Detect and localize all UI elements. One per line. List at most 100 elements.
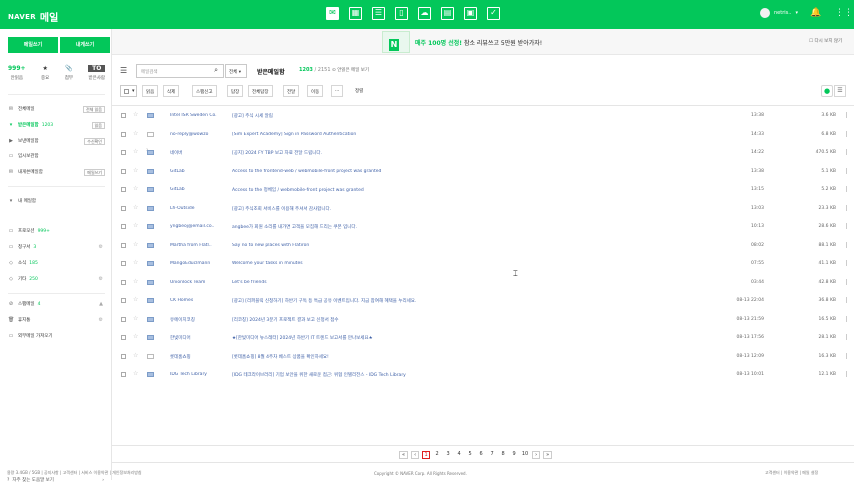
row-handle[interactable] xyxy=(846,167,850,174)
mail-row[interactable]: ☆ no-reply@wowzo [Sim Expert Academy] Sign… xyxy=(112,126,854,144)
avatar[interactable] xyxy=(760,8,770,18)
mail-row[interactable]: ☆ GitLab Access to the 정체임 / webmobile-fro… xyxy=(112,181,854,199)
row-handle[interactable] xyxy=(846,297,850,303)
ad-thumbnail[interactable]: N xyxy=(382,31,410,53)
scroll-up-icon[interactable]: ▲ xyxy=(99,301,103,307)
mail-sender[interactable]: GitLab xyxy=(170,169,222,174)
todo-icon[interactable]: ✓ xyxy=(487,7,500,20)
mail-sender[interactable]: CK Homes xyxy=(170,298,222,303)
page-number[interactable]: 8 xyxy=(499,451,507,459)
star-icon[interactable]: ☆ xyxy=(133,370,138,377)
row-handle[interactable] xyxy=(846,278,850,285)
row-checkbox[interactable] xyxy=(121,187,126,192)
mail-subject[interactable]: [롯데홈쇼핑] 8월 4주차 베스트 상품을 확인하세요! xyxy=(232,354,672,360)
envelope-icon[interactable] xyxy=(147,113,154,118)
write-self-button[interactable]: 내게쓰기 xyxy=(60,37,110,53)
mail-subject[interactable]: Access to the frontend-web / webmobile-f… xyxy=(232,169,672,174)
row-checkbox[interactable] xyxy=(121,113,126,118)
row-checkbox[interactable] xyxy=(121,298,126,303)
envelope-icon[interactable] xyxy=(147,298,154,303)
mail-sender[interactable]: Martha from Flatl.. xyxy=(170,243,222,248)
search-icon[interactable]: ⌕ xyxy=(200,64,222,78)
grid-menu-icon[interactable]: ⋮⋮ xyxy=(835,8,853,18)
row-checkbox[interactable] xyxy=(121,150,126,155)
mail-subject[interactable]: Welcome your tasks in minutes xyxy=(232,261,672,266)
mail-subject[interactable]: [리코칭] 2024년 3분기 프로젝트 결과 보고 신청서 접수 xyxy=(232,317,672,323)
row-handle[interactable] xyxy=(846,112,850,118)
envelope-icon[interactable] xyxy=(147,353,154,359)
mail-subject[interactable]: Access to the 정체임 / webmobile-front proj… xyxy=(232,187,672,193)
reply-button[interactable]: 답장 xyxy=(227,85,244,97)
row-checkbox[interactable] xyxy=(121,335,126,340)
mail-sender[interactable]: no-reply@wowzo xyxy=(170,132,222,137)
quick-to-me[interactable]: TO 받은사람 xyxy=(88,65,105,81)
delete-button[interactable]: 삭제 xyxy=(163,85,180,97)
page-number[interactable]: 1 xyxy=(422,451,431,459)
mail-sender[interactable]: 유에이치코칭 xyxy=(170,317,222,323)
footer-left[interactable]: 용량 3.4GB / 5GB | 공지사항 | 고객센터 | 서비스 이용약관 … xyxy=(7,470,142,476)
my-folders-header[interactable]: ▾ 내 메일함 xyxy=(8,196,105,206)
row-handle[interactable] xyxy=(846,204,850,211)
mail-row[interactable]: ☆⌇네이버[공지] 2024 FY TBP 보고 자료 전달 드립니다.14:2… xyxy=(112,144,854,162)
unread-filter[interactable]: ⊙ 안읽은 메일 보기 xyxy=(332,67,369,73)
mail-row[interactable]: ☆ yngbeoj@email.co.. angbee가 회원 소리를 내가면 고객… xyxy=(112,218,854,236)
star-icon[interactable]: ☆ xyxy=(133,296,138,303)
user-menu[interactable]: netris.. ▾ xyxy=(760,8,798,18)
envelope-icon[interactable] xyxy=(147,131,154,137)
page-number[interactable]: 3 xyxy=(444,451,452,459)
forward-button[interactable]: 전달 xyxy=(283,85,300,97)
star-icon[interactable]: ☆ xyxy=(133,111,138,118)
envelope-icon[interactable] xyxy=(147,187,154,192)
memo-icon[interactable]: ▯ xyxy=(395,7,408,20)
page-number[interactable]: 10 xyxy=(521,451,529,459)
cloud-icon[interactable]: ☁ xyxy=(418,7,431,20)
envelope-icon[interactable] xyxy=(147,205,154,211)
row-checkbox[interactable] xyxy=(121,242,126,248)
folder-action-button[interactable]: 읽음 xyxy=(91,121,105,129)
mail-subject[interactable]: [광고] 주식 시세 알림 xyxy=(232,113,672,119)
row-checkbox[interactable] xyxy=(121,261,126,266)
row-checkbox[interactable] xyxy=(121,168,126,174)
mail-sender[interactable]: Lh-Outside xyxy=(170,206,222,211)
folder-inbox[interactable]: ▾ 받은메일함 1203 읽음 xyxy=(8,120,105,130)
folder-news[interactable]: ◇ 소식 185 xyxy=(8,258,105,268)
mail-subject[interactable]: angbee가 회원 소리를 내가면 고객을 모집해 드리는 쿠폰 입니다. xyxy=(232,224,672,230)
ad-banner[interactable]: N 매주 100명 선정! 참소 리뷰쓰고 5만원 받아가자! ☐ 다시 보지 … xyxy=(112,29,854,55)
page-number[interactable]: 5 xyxy=(466,451,474,459)
page-number[interactable]: 6 xyxy=(477,451,485,459)
prev-page-button[interactable]: ‹ xyxy=(411,451,420,459)
calendar-icon[interactable]: ▦ xyxy=(349,7,362,20)
mail-subject[interactable]: [광고] 주식조회 서비스를 이용해 주셔서 감사합니다. xyxy=(232,206,672,212)
star-icon[interactable]: ☆ xyxy=(133,278,138,285)
gear-icon[interactable]: ⚙ xyxy=(99,317,103,323)
mail-subject[interactable]: [공지] 2024 FY TBP 보고 자료 전달 드립니다. xyxy=(232,150,672,156)
mail-subject[interactable]: [Sim Expert Academy] Sign in Password Au… xyxy=(232,132,672,137)
folder-bill[interactable]: ▭ 청구서 3 ⚙ xyxy=(8,242,105,252)
contacts-icon[interactable]: ☰ xyxy=(372,7,385,20)
bell-icon[interactable]: 🔔 xyxy=(810,8,821,18)
select-all-checkbox[interactable]: ▾ xyxy=(120,85,137,97)
row-handle[interactable] xyxy=(846,223,850,229)
row-handle[interactable] xyxy=(846,352,850,359)
star-icon[interactable]: ☆ xyxy=(133,259,138,266)
page-number[interactable]: 2 xyxy=(433,451,441,459)
quick-unread[interactable]: 999+ 안읽음 xyxy=(8,65,26,81)
folder-action-button[interactable]: 전체 읽음 xyxy=(83,105,105,113)
gear-icon[interactable]: ⚙ xyxy=(99,276,103,282)
folder-all[interactable]: ✉ 전체메일 전체 읽음 xyxy=(8,104,105,114)
star-icon[interactable]: ☆ xyxy=(133,167,138,174)
envelope-icon[interactable] xyxy=(147,150,154,155)
last-page-button[interactable]: » xyxy=(543,451,553,459)
mail-sender[interactable]: 한빛미디어 xyxy=(170,335,222,341)
mail-row[interactable]: ☆ GitLab Access to the frontend-web / webm… xyxy=(112,163,854,181)
mail-sender[interactable]: GitLab xyxy=(170,187,222,192)
folder-promotion[interactable]: ▭ 프로모션 999+ xyxy=(8,226,105,236)
read-button[interactable]: 읽음 xyxy=(142,85,159,97)
star-icon[interactable]: ☆ xyxy=(133,130,138,137)
folder-external[interactable]: ▭ 외부메일 가져오기 xyxy=(8,331,105,341)
mail-sender[interactable]: yngbeoj@email.co.. xyxy=(170,224,222,229)
folder-action-button[interactable]: 수신확인 xyxy=(84,137,105,145)
split-view-icon[interactable]: ● xyxy=(821,85,833,97)
page-number[interactable]: 7 xyxy=(488,451,496,459)
footer-right[interactable]: 고객센터 | 이용약관 | 메일 설정 xyxy=(765,470,818,476)
